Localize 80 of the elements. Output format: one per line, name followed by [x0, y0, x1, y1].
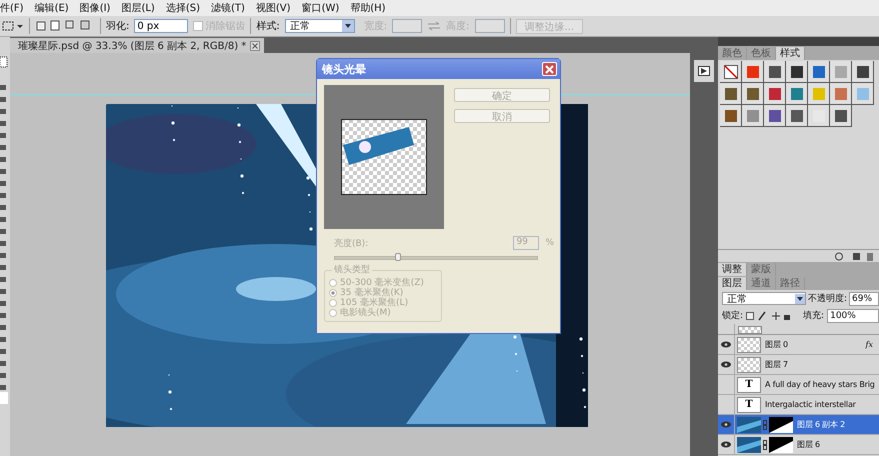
- layer-thumbnail: [737, 336, 761, 352]
- layer-row[interactable]: 图层 7: [718, 355, 879, 375]
- text-layer-thumbnail: T: [737, 396, 761, 412]
- mask-thumbnail: [769, 416, 793, 432]
- menu-item[interactable]: 帮助(H): [350, 1, 386, 15]
- layer-row[interactable]: 图层 0 fx: [718, 335, 879, 355]
- style-swatch[interactable]: [742, 61, 764, 83]
- link-icon: [763, 420, 767, 430]
- caret-icon[interactable]: [795, 294, 805, 304]
- panel-tab[interactable]: 样式: [776, 47, 805, 60]
- width-field[interactable]: [392, 19, 422, 33]
- lock-label: 锁定:: [722, 310, 744, 322]
- layer-row[interactable]: T A full day of heavy stars Brig: [718, 375, 879, 395]
- panel-tab[interactable]: 调整: [718, 263, 747, 276]
- style-swatch[interactable]: [786, 105, 808, 127]
- toolbox-drawing[interactable]: [0, 37, 10, 456]
- link-icon: [763, 440, 767, 450]
- menu-item[interactable]: 窗口(W): [302, 1, 340, 15]
- style-swatch[interactable]: [720, 105, 742, 127]
- menu-item[interactable]: 视图(V): [256, 1, 291, 15]
- style-swatch[interactable]: [808, 105, 830, 127]
- layer-name: 图层 7: [765, 359, 789, 370]
- style-swatch[interactable]: [786, 83, 808, 105]
- menu-item[interactable]: 滤镜(T): [210, 1, 245, 15]
- style-swatch[interactable]: [764, 83, 786, 105]
- blend-mode-dropdown[interactable]: 正常: [722, 292, 806, 305]
- style-dropdown[interactable]: 正常: [284, 19, 355, 33]
- panel-buttons-icon[interactable]: [835, 252, 875, 260]
- document-tab[interactable]: 璀璨星际.psd @ 33.3% (图层 6 副本 2, RGB/8) *: [10, 38, 264, 53]
- style-swatch[interactable]: [720, 83, 742, 105]
- text-layer-thumbnail: T: [737, 376, 761, 392]
- layer-name: 图层 6: [797, 439, 821, 450]
- eye-icon[interactable]: [721, 341, 731, 348]
- close-icon[interactable]: [250, 40, 260, 50]
- style-swatch[interactable]: [830, 61, 852, 83]
- style-swatch[interactable]: [786, 61, 808, 83]
- feather-field[interactable]: 0 px: [134, 19, 188, 33]
- panel-tab[interactable]: 图层: [718, 277, 747, 290]
- style-swatch[interactable]: [720, 61, 742, 83]
- style-swatch[interactable]: [808, 61, 830, 83]
- close-button[interactable]: [542, 62, 557, 76]
- style-label: 样式:: [256, 20, 280, 33]
- lock-icons[interactable]: [746, 310, 790, 320]
- menu-item[interactable]: 件(F): [0, 1, 24, 15]
- menu-item[interactable]: 图层(L): [121, 1, 155, 15]
- height-field[interactable]: [474, 19, 504, 33]
- eye-icon[interactable]: [721, 441, 731, 448]
- dialog-title: 镜头光晕: [322, 62, 366, 76]
- layer-row[interactable]: 图层 6: [718, 435, 879, 455]
- layer-name: A full day of heavy stars Brig: [765, 380, 876, 389]
- layer-name: Intergalactic interstellar: [765, 400, 857, 409]
- caret-icon[interactable]: [342, 20, 354, 32]
- style-swatch[interactable]: [742, 105, 764, 127]
- effects-label: fx: [866, 340, 873, 349]
- style-swatch[interactable]: [830, 83, 852, 105]
- opacity-label: 不透明度:: [808, 292, 848, 305]
- style-swatch[interactable]: [808, 83, 830, 105]
- layer-name: 图层 6 副本 2: [797, 419, 846, 430]
- menu-item[interactable]: 图像(I): [80, 1, 110, 15]
- style-swatch[interactable]: [830, 105, 852, 127]
- layer-row[interactable]: 图层 6 副本 2: [718, 415, 879, 435]
- layer-name: 图层 0: [765, 339, 789, 350]
- play-icon[interactable]: [698, 66, 710, 76]
- layer-thumbnail: [738, 326, 762, 334]
- style-swatch[interactable]: [742, 83, 764, 105]
- opacity-field[interactable]: 69%: [849, 292, 879, 306]
- marquee-tool-icon[interactable]: [2, 19, 24, 33]
- fill-field[interactable]: 100%: [827, 308, 879, 322]
- style-swatch[interactable]: [852, 61, 874, 83]
- fill-label: 填充:: [803, 310, 824, 322]
- feather-label: 羽化:: [106, 20, 130, 33]
- menu-item[interactable]: 选择(S): [166, 1, 200, 15]
- menu-item[interactable]: 编辑(E): [34, 1, 69, 15]
- eye-icon[interactable]: [721, 421, 731, 428]
- eye-icon[interactable]: [721, 361, 731, 368]
- style-swatch[interactable]: [764, 61, 786, 83]
- style-swatch[interactable]: [852, 83, 874, 105]
- layer-thumbnail: [737, 356, 761, 372]
- mask-thumbnail: [769, 436, 793, 452]
- style-swatch[interactable]: [764, 105, 786, 127]
